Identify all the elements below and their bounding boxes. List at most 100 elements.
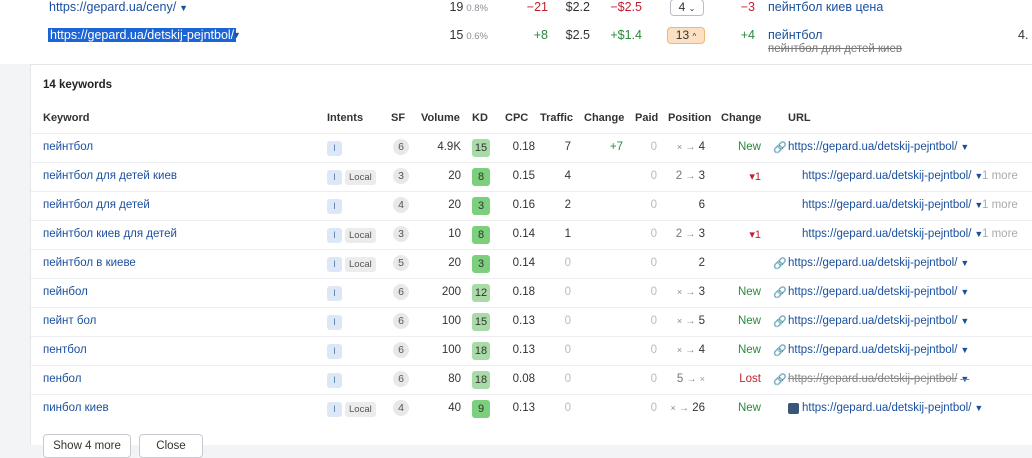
keyword-link[interactable]: пенбол <box>43 373 81 385</box>
more-urls-link[interactable]: 1 more <box>982 228 1018 240</box>
col-volume[interactable]: Volume <box>421 112 460 124</box>
cost-change: −$2.5 <box>610 0 642 14</box>
serp-features-count[interactable]: 5 <box>393 255 409 271</box>
serp-features-count[interactable]: 6 <box>393 284 409 300</box>
paid-value: 0 <box>650 315 657 327</box>
serp-features-count[interactable]: 4 <box>393 197 409 213</box>
serp-features-count[interactable]: 3 <box>393 226 409 242</box>
table-row: пинбол киев I Local 4 40 9 0.13 0 0 × → … <box>31 394 1032 423</box>
table-row: пенбол I 6 80 18 0.08 0 0 5 → × Lost 🔗 h… <box>31 365 1032 394</box>
col-change[interactable]: Change <box>584 112 624 124</box>
keyword-link[interactable]: пейнт бол <box>43 315 96 327</box>
position-to: 26 <box>692 402 705 414</box>
serp-features-count[interactable]: 6 <box>393 139 409 155</box>
serp-features-count[interactable]: 6 <box>393 371 409 387</box>
paid-value: 0 <box>650 286 657 298</box>
url-link[interactable]: https://gepard.ua/detskij-pejntbol/▼ <box>802 228 983 240</box>
url-link[interactable]: https://gepard.ua/detskij-pejntbol/▼ <box>788 257 969 269</box>
parent-table: https://gepard.ua/ceny/▼ 19 0.8% −21 $2.2… <box>0 0 1032 64</box>
link-icon: 🔗 <box>773 142 787 154</box>
url-text: https://gepard.ua/detskij-pejntbol/ <box>788 286 958 298</box>
page-url-link[interactable]: https://gepard.ua/detskij-pejntbol/ <box>48 28 237 42</box>
chevron-down-icon[interactable]: ▼ <box>960 142 969 152</box>
intent-badge: I <box>327 373 342 388</box>
more-urls-link[interactable]: 1 more <box>982 170 1018 182</box>
volume-value: 10 <box>448 228 461 240</box>
panel-title: 14 keywords <box>43 79 113 91</box>
keyword-link[interactable]: пейнтбол для детей <box>43 199 150 211</box>
col-url[interactable]: URL <box>788 112 811 124</box>
intent-badge: I <box>327 228 342 243</box>
position-dropdown[interactable]: 4 ⌄ <box>670 0 704 16</box>
kd-badge: 3 <box>472 255 490 273</box>
keyword-link[interactable]: пейнтбол <box>43 141 93 153</box>
show-more-button[interactable]: Show 4 more <box>43 434 131 458</box>
url-link[interactable]: https://gepard.ua/detskij-pejntbol/▼ <box>802 170 983 182</box>
col-intents[interactable]: Intents <box>327 112 363 124</box>
keyword-link[interactable]: пейнбол <box>43 286 88 298</box>
position-to: 3 <box>698 286 705 298</box>
more-urls-link[interactable]: 1 more <box>982 199 1018 211</box>
url-link[interactable]: https://gepard.ua/detskij-pejntbol/▼ <box>802 402 983 414</box>
chevron-down-icon[interactable]: ▼ <box>960 316 969 326</box>
keyword-link[interactable]: пейнтбол киев для детей <box>43 228 177 240</box>
chevron-down-icon[interactable]: ▼ <box>960 287 969 297</box>
paid-value: 0 <box>650 344 657 356</box>
col-traffic[interactable]: Traffic <box>540 112 573 124</box>
col-keyword[interactable]: Keyword <box>43 112 89 124</box>
url-text: https://gepard.ua/detskij-pejntbol/ <box>788 315 958 327</box>
traffic-value: 0 <box>564 402 571 414</box>
volume-value: 20 <box>448 257 461 269</box>
kd-badge: 9 <box>472 400 490 418</box>
keyword-link[interactable]: пинбол киев <box>43 402 109 414</box>
local-badge: Local <box>345 402 376 417</box>
keyword-link[interactable]: пейнтбол в киеве <box>43 257 136 269</box>
url-link[interactable]: https://gepard.ua/detskij-pejntbol/▼ <box>788 315 969 327</box>
position-dropdown[interactable]: 13 ^ <box>667 27 705 44</box>
keyword-link[interactable]: пентбол <box>43 344 87 356</box>
url-link[interactable]: https://gepard.ua/detskij-pejntbol/▼ <box>788 141 969 153</box>
traffic-change: +7 <box>609 141 623 153</box>
position-to: 3 <box>698 170 705 182</box>
url-link[interactable]: https://gepard.ua/detskij-pejntbol/▼ <box>788 373 969 385</box>
position-value: 2 <box>669 257 705 269</box>
table-row: пейнтбол киев для детей I Local 3 10 8 0… <box>31 220 1032 249</box>
cpc-value: 0.15 <box>512 170 535 182</box>
chevron-down-icon[interactable]: ▼ <box>960 345 969 355</box>
url-link[interactable]: https://gepard.ua/detskij-pejntbol/▼ <box>788 286 969 298</box>
position-change: −3 <box>740 0 755 14</box>
url-link[interactable]: https://gepard.ua/detskij-pejntbol/▼ <box>788 344 969 356</box>
chevron-down-icon[interactable]: ▼ <box>179 3 188 13</box>
link-icon: 🔗 <box>773 287 787 299</box>
intent-badge: I <box>327 344 342 359</box>
chevron-down-icon[interactable]: ▼ <box>960 374 969 384</box>
position-value: 2 → 3 <box>675 170 705 182</box>
top-keyword[interactable]: пейнтбол киев цена <box>768 0 883 14</box>
close-button[interactable]: Close <box>139 434 203 458</box>
intent-badge: I <box>327 315 342 330</box>
col-paid[interactable]: Paid <box>635 112 658 124</box>
col-sf[interactable]: SF <box>391 112 405 124</box>
local-badge: Local <box>345 228 376 243</box>
keywords-panel: 14 keywords Keyword Intents SF Volume KD… <box>30 64 1032 458</box>
serp-features-count[interactable]: 6 <box>393 342 409 358</box>
page-url-link[interactable]: https://gepard.ua/ceny/▼ <box>49 0 188 14</box>
col-kd[interactable]: KD <box>472 112 488 124</box>
serp-features-count[interactable]: 3 <box>393 168 409 184</box>
chevron-down-icon[interactable]: ▼ <box>960 258 969 268</box>
keyword-link[interactable]: пейнтбол для детей киев <box>43 170 177 182</box>
url-link[interactable]: https://gepard.ua/detskij-pejntbol/▼ <box>802 199 983 211</box>
kd-badge: 12 <box>472 284 490 302</box>
cpc-value: 0.13 <box>512 344 535 356</box>
chevron-down-icon[interactable]: ▼ <box>232 30 241 40</box>
col-cpc[interactable]: CPC <box>505 112 528 124</box>
chevron-down-icon[interactable]: ▼ <box>974 403 983 413</box>
serp-features-count[interactable]: 4 <box>393 400 409 416</box>
kd-badge: 15 <box>472 313 490 331</box>
volume-value: 80 <box>448 373 461 385</box>
serp-features-count[interactable]: 6 <box>393 313 409 329</box>
top-keyword[interactable]: пейнтбол <box>768 28 822 42</box>
intent-badge: I <box>327 170 342 185</box>
col-position[interactable]: Position <box>668 112 711 124</box>
col-position-change[interactable]: Change <box>721 112 761 124</box>
